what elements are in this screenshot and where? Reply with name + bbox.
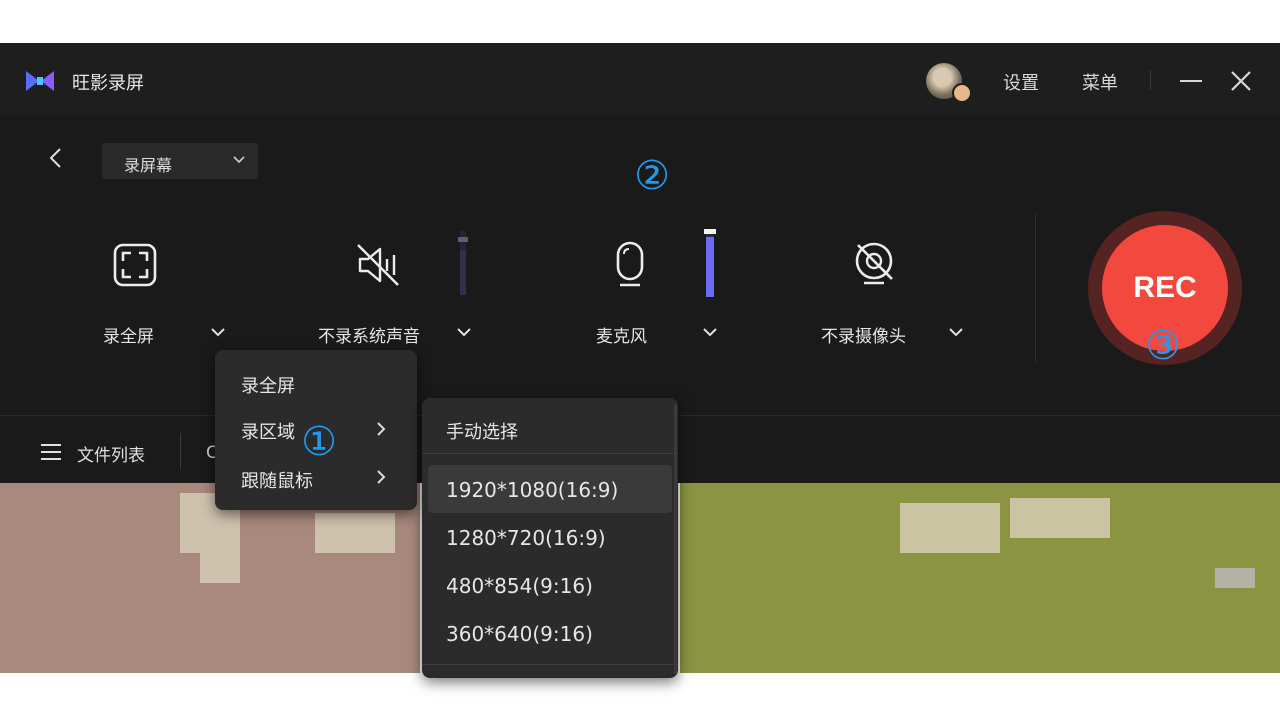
settings-button[interactable]: 设置 [1003, 69, 1039, 95]
chevron-right-icon [377, 470, 386, 484]
system-audio-label[interactable]: 不录系统声音 [318, 322, 420, 347]
submenu-item-resolution[interactable]: 1280*720(16:9) [446, 526, 606, 550]
pixel-block [200, 553, 240, 583]
chevron-right-icon [377, 422, 386, 436]
submenu-item-manual-select[interactable]: 手动选择 [446, 418, 518, 444]
screen-mode-label[interactable]: 录全屏 [103, 322, 154, 347]
microphone-icon[interactable] [604, 239, 656, 291]
microphone-level-handle[interactable] [704, 229, 716, 234]
chevron-down-icon[interactable] [702, 327, 718, 338]
back-arrow-icon[interactable] [45, 147, 67, 169]
speaker-muted-icon[interactable] [354, 239, 406, 291]
fullscreen-icon[interactable] [109, 239, 161, 291]
microphone-level-fill [706, 237, 714, 297]
pixel-block [315, 513, 395, 553]
chevron-down-icon[interactable] [948, 327, 964, 338]
list-icon[interactable] [40, 443, 62, 461]
menu-button[interactable]: 菜单 [1082, 69, 1118, 95]
record-mode-select-value: 录屏幕 [124, 156, 173, 175]
title-divider [1150, 70, 1151, 90]
submenu-item-resolution[interactable]: 480*854(9:16) [446, 574, 593, 598]
submenu-divider [422, 453, 678, 454]
camera-off-icon[interactable] [848, 239, 900, 291]
annotation-step-3: ③ [1145, 323, 1181, 369]
submenu-scrollbar[interactable] [674, 404, 677, 674]
system-audio-level-fill [460, 250, 466, 295]
close-icon[interactable] [1229, 69, 1253, 93]
annotation-step-2: ② [634, 153, 670, 199]
menu-item-fullscreen[interactable]: 录全屏 [241, 372, 295, 398]
avatar-badge [952, 83, 972, 103]
microphone-label[interactable]: 麦克风 [596, 322, 647, 347]
pixel-block [1215, 568, 1255, 588]
title-bar: 旺影录屏 设置 菜单 [0, 43, 1280, 113]
annotation-step-1: ① [301, 419, 337, 465]
region-size-submenu: 手动选择 1920*1080(16:9) 1280*720(16:9) 480*… [422, 398, 678, 678]
system-audio-level-handle[interactable] [458, 237, 468, 242]
system-audio-level[interactable] [458, 231, 468, 295]
submenu-item-resolution[interactable]: 360*640(9:16) [446, 622, 593, 646]
pixel-block [1010, 498, 1110, 538]
chevron-down-icon [233, 156, 245, 164]
menu-item-region[interactable]: 录区域 [241, 418, 295, 444]
record-mode-select[interactable]: 录屏幕 [102, 143, 258, 179]
controls-divider [1035, 213, 1036, 363]
app-title: 旺影录屏 [72, 73, 144, 94]
submenu-divider [422, 664, 678, 665]
camera-label[interactable]: 不录摄像头 [821, 322, 906, 347]
menu-item-follow-mouse[interactable]: 跟随鼠标 [241, 467, 313, 493]
chevron-down-icon[interactable] [456, 327, 472, 338]
microphone-level[interactable] [704, 229, 716, 297]
app-logo-icon [26, 71, 54, 91]
submenu-item-resolution[interactable]: 1920*1080(16:9) [446, 478, 618, 502]
file-list-button[interactable]: 文件列表 [77, 441, 145, 466]
chevron-down-icon[interactable] [210, 327, 226, 338]
minimize-icon[interactable] [1180, 80, 1202, 82]
pixel-block [900, 503, 1000, 553]
bottom-separator [180, 433, 181, 469]
